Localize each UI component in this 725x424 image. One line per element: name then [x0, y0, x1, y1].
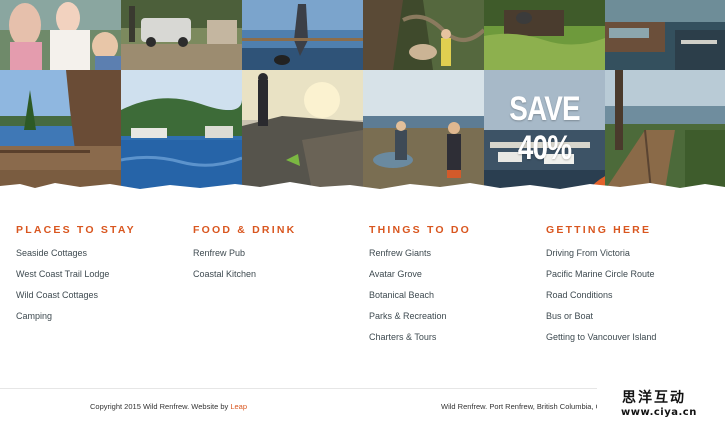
link-botanical-beach[interactable]: Botanical Beach: [369, 290, 434, 300]
dog-forest-photo[interactable]: [363, 0, 484, 70]
family-photo[interactable]: [0, 0, 121, 70]
copyright-text: Copyright 2015 Wild Renfrew. Website by …: [90, 402, 247, 411]
things-to-do-column: THINGS TO DO Renfrew Giants Avatar Grove…: [369, 222, 539, 348]
photo-grid: SAVE 40%: [0, 0, 725, 190]
watermark-url-text: www.ciya.cn: [621, 407, 697, 418]
link-seaside-cottages[interactable]: Seaside Cottages: [16, 248, 87, 258]
credit-link[interactable]: Leap: [230, 402, 247, 411]
link-bus-or-boat[interactable]: Bus or Boat: [546, 311, 593, 321]
watermark-chinese-text: 思洋互动: [622, 390, 686, 406]
link-avatar-grove[interactable]: Avatar Grove: [369, 269, 422, 279]
link-driving-from-victoria[interactable]: Driving From Victoria: [546, 248, 630, 258]
link-wild-coast-cottages[interactable]: Wild Coast Cottages: [16, 290, 98, 300]
food-drink-column: FOOD & DRINK Renfrew Pub Coastal Kitchen: [193, 222, 363, 285]
link-pacific-marine-circle-route[interactable]: Pacific Marine Circle Route: [546, 269, 655, 279]
tidepool-kids-photo[interactable]: [363, 70, 484, 190]
column-heading: GETTING HERE: [546, 224, 652, 236]
link-camping[interactable]: Camping: [16, 311, 52, 321]
footer-nav: PLACES TO STAY Seaside Cottages West Coa…: [0, 222, 725, 382]
link-renfrew-pub[interactable]: Renfrew Pub: [193, 248, 245, 258]
column-heading: THINGS TO DO: [369, 224, 472, 236]
harbour-photo[interactable]: [121, 70, 242, 190]
promo-text: SAVE 40%: [509, 90, 580, 167]
places-to-stay-column: PLACES TO STAY Seaside Cottages West Coa…: [16, 222, 186, 327]
getting-here-column: GETTING HERE Driving From Victoria Pacif…: [546, 222, 716, 348]
boardwalk-photo[interactable]: [605, 70, 725, 190]
watermark: 思洋互动 www.ciya.cn: [597, 386, 725, 424]
car-photo[interactable]: [121, 0, 242, 70]
column-heading: PLACES TO STAY: [16, 224, 136, 236]
deck-photo[interactable]: [605, 0, 725, 70]
link-parks-recreation[interactable]: Parks & Recreation: [369, 311, 447, 321]
link-road-conditions[interactable]: Road Conditions: [546, 290, 613, 300]
link-coastal-kitchen[interactable]: Coastal Kitchen: [193, 269, 256, 279]
torn-paper-edge: [0, 182, 725, 200]
copyright-label: Copyright 2015 Wild Renfrew. Website by: [90, 402, 231, 411]
link-west-coast-trail-lodge[interactable]: West Coast Trail Lodge: [16, 269, 109, 279]
yoga-photo[interactable]: [242, 0, 363, 70]
address-text: Wild Renfrew. Port Renfrew, British Colu…: [441, 402, 599, 411]
lodge-waterfront-photo[interactable]: [0, 70, 121, 190]
link-getting-to-vancouver-island[interactable]: Getting to Vancouver Island: [546, 332, 656, 342]
link-charters-tours[interactable]: Charters & Tours: [369, 332, 436, 342]
link-renfrew-giants[interactable]: Renfrew Giants: [369, 248, 431, 258]
column-heading: FOOD & DRINK: [193, 224, 297, 236]
cabin-grass-photo[interactable]: [484, 0, 605, 70]
promo-marina-photo[interactable]: SAVE 40%: [484, 70, 605, 190]
rock-sunset-photo[interactable]: [242, 70, 363, 190]
